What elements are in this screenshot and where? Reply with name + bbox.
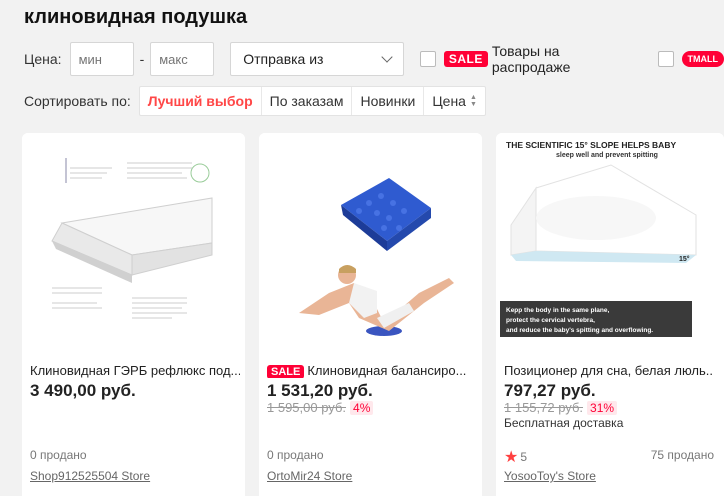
rating: ★ 5 <box>504 447 527 467</box>
tmall-checkbox[interactable] <box>657 51 674 67</box>
image-caption-3: and reduce the baby's spitting and overf… <box>506 327 653 334</box>
discount-badge: 4% <box>350 400 374 415</box>
sale-filter-label[interactable]: Товары на распродаже <box>492 43 642 75</box>
store-link[interactable]: OrtoMir24 Store <box>267 469 352 483</box>
sort-arrows-icon: ▲ ▼ <box>469 94 477 108</box>
sort-by-orders[interactable]: По заказам <box>260 87 352 115</box>
sort-price-label: Цена <box>432 93 466 109</box>
product-image-balance-cushion[interactable] <box>259 133 482 353</box>
product-title[interactable]: Позиционер для сна, белая люль... <box>504 363 714 378</box>
discount-badge: 31% <box>587 400 618 415</box>
old-price-row: 1 155,72 руб. 31% <box>504 400 618 415</box>
product-card[interactable]: Клиновидная ГЭРБ рефлюкс под... 3 490,00… <box>22 133 245 496</box>
product-card[interactable]: THE SCIENTIFIC 15° SLOPE HELPS BABY slee… <box>496 133 724 496</box>
product-title[interactable]: SALE Клиновидная балансиро... <box>267 363 477 378</box>
chevron-down-icon <box>381 51 393 63</box>
sold-count: 0 продано <box>30 448 87 462</box>
sale-checkbox[interactable] <box>419 51 436 67</box>
free-shipping-label: Бесплатная доставка <box>504 416 624 430</box>
ship-from-select[interactable]: Отправка из <box>230 42 404 76</box>
price-label: Цена: <box>24 51 62 67</box>
image-caption-1: Kepp the body in the same plane, <box>506 307 609 314</box>
image-caption-2: protect the cervical vertebra, <box>506 317 595 324</box>
product-price: 3 490,00 руб. <box>30 381 136 400</box>
product-price: 1 531,20 руб. <box>267 381 373 400</box>
ship-from-label: Отправка из <box>243 51 324 67</box>
sort-label: Сортировать по: <box>24 93 131 109</box>
product-image-baby-positioner[interactable]: THE SCIENTIFIC 15° SLOPE HELPS BABY slee… <box>496 133 724 353</box>
product-image-wedge-pillow[interactable] <box>22 133 245 353</box>
sort-price[interactable]: Цена ▲ ▼ <box>423 87 485 115</box>
page-title: клиновидная подушка <box>24 6 248 28</box>
image-subline: sleep well and prevent spitting <box>556 152 658 159</box>
sort-bar: Сортировать по: Лучший выбор По заказам … <box>24 86 486 116</box>
star-icon: ★ <box>504 449 519 466</box>
price-min-input[interactable] <box>69 42 134 76</box>
rating-value: 5 <box>520 450 528 464</box>
price-dash: - <box>139 51 145 67</box>
sold-count: 75 продано <box>650 448 714 462</box>
sort-newest[interactable]: Новинки <box>351 87 423 115</box>
sort-options: Лучший выбор По заказам Новинки Цена ▲ ▼ <box>138 86 486 116</box>
image-angle-label: 15° <box>679 255 690 263</box>
product-title-text: Клиновидная балансиро... <box>307 363 467 378</box>
store-link[interactable]: YosooToy's Store <box>504 469 596 483</box>
image-headline: THE SCIENTIFIC 15° SLOPE HELPS BABY <box>506 140 676 150</box>
old-price: 1 595,00 руб. <box>267 400 347 415</box>
old-price: 1 155,72 руб. <box>504 400 584 415</box>
sale-badge: SALE <box>443 51 488 67</box>
filter-bar: Цена: - Отправка из SALE Товары на распр… <box>24 42 724 76</box>
sort-best-match[interactable]: Лучший выбор <box>140 87 261 115</box>
sold-count: 0 продано <box>267 448 324 462</box>
store-link[interactable]: Shop912525504 Store <box>30 469 150 483</box>
product-card[interactable]: SALE Клиновидная балансиро... 1 531,20 ру… <box>259 133 482 496</box>
price-max-input[interactable] <box>150 42 215 76</box>
sale-badge: SALE <box>267 365 305 378</box>
tmall-badge: TMALL <box>681 51 724 67</box>
product-price: 797,27 руб. <box>504 381 596 400</box>
old-price-row: 1 595,00 руб. 4% <box>267 400 374 415</box>
product-title[interactable]: Клиновидная ГЭРБ рефлюкс под... <box>30 363 240 378</box>
